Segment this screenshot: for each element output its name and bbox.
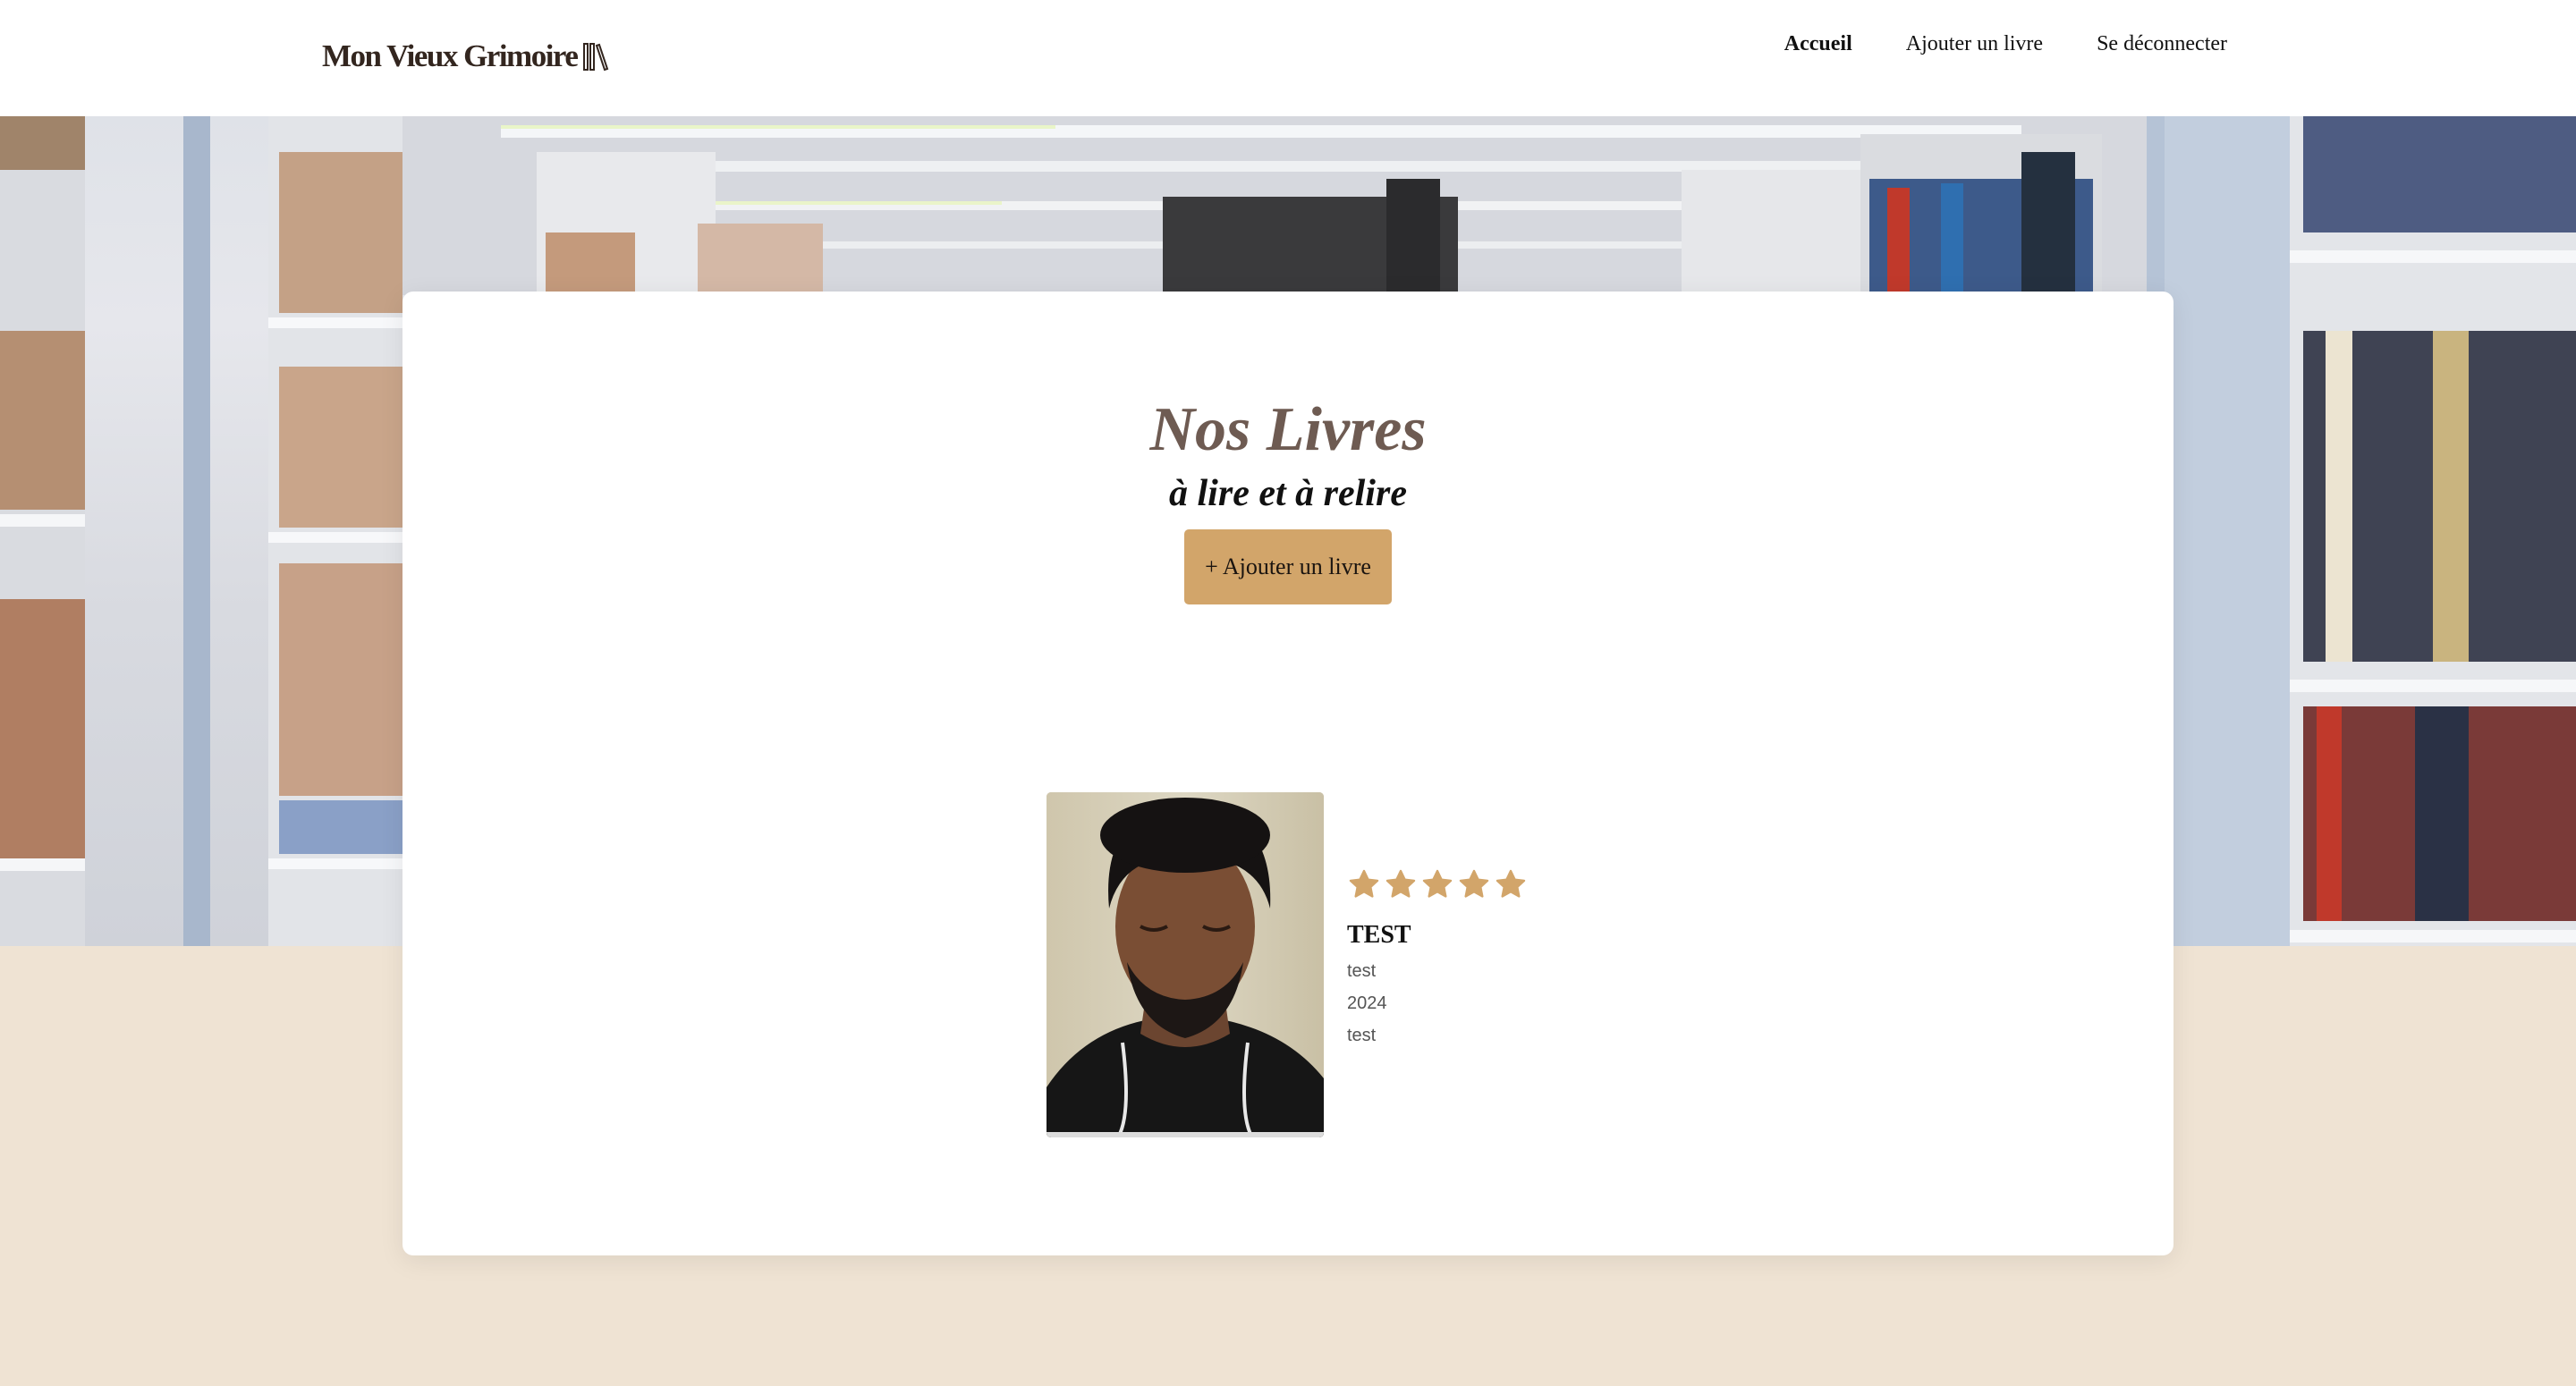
book-genre: test (1347, 1026, 1377, 1045)
book-item[interactable]: TEST test 2024 test (1046, 792, 1583, 1141)
book-author: test (1347, 961, 1377, 981)
star-icon (1459, 869, 1489, 898)
book-details: TEST test 2024 test (1347, 867, 1528, 1052)
page-title: Nos Livres (1149, 395, 1427, 464)
books-card: Nos Livres à lire et à relire + Ajouter … (402, 292, 2174, 1255)
book-year: 2024 (1347, 993, 1387, 1013)
site-logo[interactable]: Mon Vieux Grimoire (322, 34, 609, 79)
site-header: Mon Vieux Grimoire Accueil Ajouter un li… (0, 0, 2576, 116)
add-book-button[interactable]: + Ajouter un livre (1184, 529, 1392, 604)
book-title[interactable]: TEST (1347, 921, 1528, 950)
nav-item-deconnecter[interactable]: Se déconnecter (2097, 32, 2227, 56)
nav-item-accueil[interactable]: Accueil (1784, 32, 1852, 56)
nav-item-ajouter-livre[interactable]: Ajouter un livre (1906, 32, 2043, 56)
star-icon (1385, 869, 1416, 898)
page-subtitle: à lire et à relire (1169, 473, 1407, 514)
star-icon (1349, 869, 1379, 898)
book-cover-image[interactable] (1046, 792, 1324, 1137)
books-icon (583, 43, 609, 72)
rating-stars (1347, 867, 1528, 901)
star-icon (1496, 869, 1526, 898)
star-icon (1422, 869, 1453, 898)
logo-text: Mon Vieux Grimoire (322, 38, 579, 73)
main-nav: Accueil Ajouter un livre Se déconnecter (1784, 32, 2227, 56)
portrait-image (1046, 792, 1324, 1137)
